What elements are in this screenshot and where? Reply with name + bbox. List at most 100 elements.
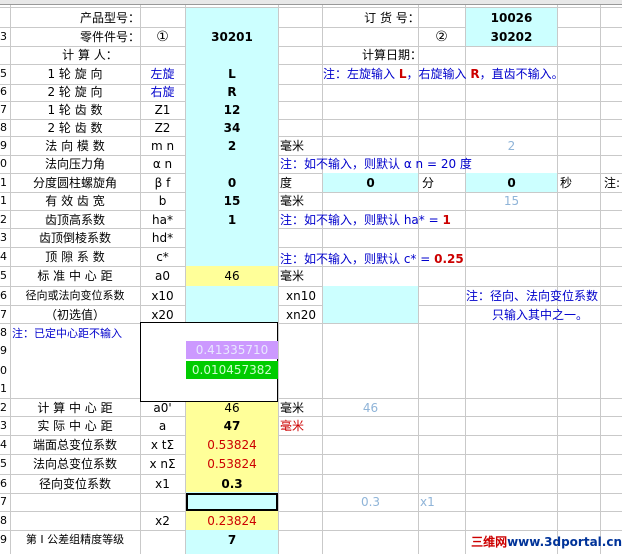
center-note: 注：已定中心距不输入 xyxy=(12,327,122,340)
a-real-symbol: a xyxy=(158,419,167,433)
x2-value: 0.23824 xyxy=(207,514,257,528)
xn20-symbol: xn20 xyxy=(286,308,316,322)
x2-symbol: x2 xyxy=(155,514,170,528)
calc-date-label: 计算日期： xyxy=(361,48,422,62)
x10-symbol: x10 xyxy=(151,289,174,303)
a-real-value[interactable]: 47 xyxy=(186,416,278,436)
row-number: 1 xyxy=(0,194,7,207)
a-calc-echo: 46 xyxy=(362,401,379,415)
row-number: 6 xyxy=(0,477,7,490)
ha-value[interactable]: 1 xyxy=(186,210,278,230)
part2-marker: ② xyxy=(435,29,448,45)
z2-value[interactable]: 34 xyxy=(186,118,278,138)
an-label: 法向压力角 xyxy=(44,157,105,171)
beta-sec-unit: 秒 xyxy=(560,176,573,190)
row-number: 5 xyxy=(0,269,7,282)
row-number: 0 xyxy=(0,157,7,170)
b-echo: 15 xyxy=(503,194,520,208)
row-number: 7 xyxy=(0,103,7,116)
a-calc-symbol: a0' xyxy=(153,401,172,415)
beta-min-unit: 分 xyxy=(422,176,435,190)
rot1-symbol: 左旋 xyxy=(150,67,175,81)
z1-value[interactable]: 12 xyxy=(186,100,278,120)
row-number: 5 xyxy=(0,67,7,80)
calculator-label: 计 算 人： xyxy=(62,48,118,62)
a0-unit: 毫米 xyxy=(280,269,305,283)
part2-value[interactable]: 30202 xyxy=(466,27,557,47)
row-number: 9 xyxy=(0,139,7,152)
x1-echo-value: 0.3 xyxy=(360,495,381,509)
mn-symbol: m n xyxy=(150,139,175,153)
xns-value: 0.53824 xyxy=(207,457,257,471)
rot2-value[interactable]: R xyxy=(186,82,278,102)
beta-min-value[interactable]: 0 xyxy=(323,173,418,193)
z2-symbol: Z2 xyxy=(154,121,171,135)
row-number: 9 xyxy=(0,533,7,546)
x10-value[interactable] xyxy=(186,286,278,306)
row-number: 2 xyxy=(0,213,7,226)
b-label: 有 效 齿 宽 xyxy=(45,194,105,208)
mn-label: 法 向 模 数 xyxy=(45,139,105,153)
x1-value[interactable]: 0.3 xyxy=(186,474,278,494)
ha-note: 注：如不输入，则默认 ha* = 1 xyxy=(280,213,451,227)
c-value[interactable] xyxy=(186,247,278,267)
row-number: 2 xyxy=(0,401,7,414)
hd-symbol: hd* xyxy=(151,231,174,245)
xns-label: 法向总变位系数 xyxy=(32,457,117,471)
beta-sec-value[interactable]: 0 xyxy=(466,173,557,193)
rotation-note: 注：左旋输入 L，右旋输入 R，直齿不输入。 xyxy=(323,67,564,81)
beta-deg-value[interactable]: 0 xyxy=(186,173,278,193)
mn-value[interactable]: 2 xyxy=(186,136,278,156)
xn10-value[interactable] xyxy=(323,286,418,306)
an-value[interactable] xyxy=(186,154,278,174)
ha-label: 齿顶高系数 xyxy=(44,213,105,227)
hd-label: 齿顶倒棱系数 xyxy=(38,231,111,245)
a0-label: 标 准 中 心 距 xyxy=(37,269,113,283)
beta-tail-note: 注: xyxy=(604,176,621,190)
product-model-label: 产品型号： xyxy=(79,11,140,25)
row-number: 6 xyxy=(0,85,7,98)
xn20-value[interactable] xyxy=(323,305,418,325)
row-number: 1 xyxy=(0,382,7,395)
part1-value[interactable]: 30201 xyxy=(186,27,278,47)
mn-echo: 2 xyxy=(507,139,516,153)
row-number: 8 xyxy=(0,326,7,339)
beta-deg-unit: 度 xyxy=(280,176,293,190)
c-label: 顶 隙 系 数 xyxy=(45,250,105,264)
watermark-url: www.3dportal.cn xyxy=(507,535,622,549)
row-number: 8 xyxy=(0,121,7,134)
selected-cell[interactable] xyxy=(186,493,278,511)
grade-value[interactable]: 7 xyxy=(186,530,278,550)
b-unit: 毫米 xyxy=(280,194,305,208)
rot1-value[interactable]: L xyxy=(186,64,278,84)
part1-marker: ① xyxy=(156,29,169,45)
xns-symbol: x nΣ xyxy=(149,457,176,471)
order-no-label: 订 货 号： xyxy=(364,11,420,25)
x1-echo-symbol: x1 xyxy=(420,495,435,509)
a-calc-label: 计 算 中 心 距 xyxy=(37,401,113,415)
row-number: 3 xyxy=(0,30,7,43)
purple-value-cell: 0.41335710 xyxy=(186,341,278,359)
order-no-value[interactable]: 10026 xyxy=(466,8,557,28)
a-real-label: 实 际 中 心 距 xyxy=(37,419,113,433)
an-note: 注：如不输入，则默认 α n = 20 度 xyxy=(280,157,472,171)
xts-label: 端面总变位系数 xyxy=(32,438,117,452)
row-number: 5 xyxy=(0,457,7,470)
row-number: 3 xyxy=(0,231,7,244)
xts-symbol: x tΣ xyxy=(150,438,175,452)
z2-label: 2 轮 齿 数 xyxy=(47,121,103,135)
z1-label: 1 轮 齿 数 xyxy=(47,103,103,117)
a0-value: 46 xyxy=(224,269,240,283)
hd-value[interactable] xyxy=(186,228,278,248)
green-value-cell: 0.010457382 xyxy=(186,361,278,379)
row-number: 6 xyxy=(0,289,7,302)
b-value[interactable]: 15 xyxy=(186,191,278,211)
a-real-unit: 毫米 xyxy=(280,419,305,433)
row-number: 4 xyxy=(0,438,7,451)
beta-symbol: β f xyxy=(154,176,171,190)
rot2-symbol: 右旋 xyxy=(150,85,175,99)
row-number: 3 xyxy=(0,419,7,432)
row-number: 1 xyxy=(0,176,7,189)
shift-note-2: 只输入其中之一。 xyxy=(492,308,589,322)
xn10-symbol: xn10 xyxy=(286,289,316,303)
